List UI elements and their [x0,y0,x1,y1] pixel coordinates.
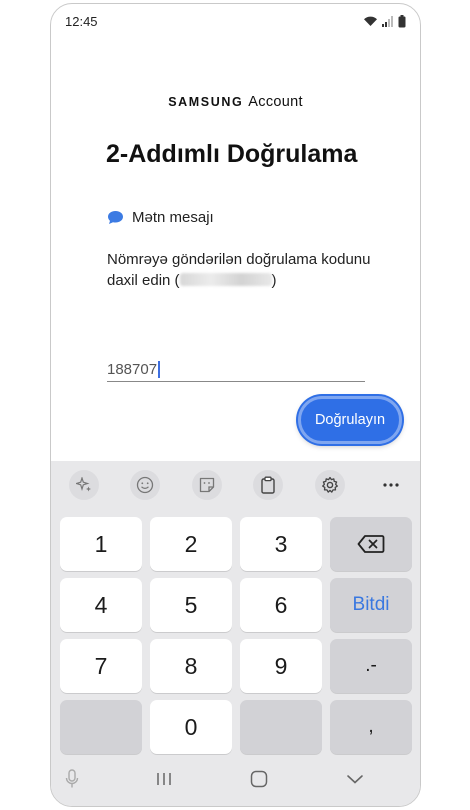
method-label: Mətn mesajı [132,209,214,226]
recent-apps-icon[interactable] [156,771,172,787]
emoji-icon[interactable] [130,470,161,500]
home-icon[interactable] [250,770,268,788]
masked-phone-number [179,273,272,286]
backspace-key[interactable] [330,517,412,571]
text-caret [158,361,160,378]
message-bubble-icon [108,211,123,224]
samsung-account-logo: SAMSUNG Account [51,94,420,110]
hide-keyboard-chevron-icon[interactable] [346,773,364,785]
key-8[interactable]: 8 [150,639,232,693]
brand-account: Account [248,94,303,110]
dot-dash-key[interactable]: .- [330,639,412,693]
status-icons [363,14,406,28]
backspace-icon [357,535,385,553]
blank-key[interactable] [60,700,142,754]
navigation-bar [51,756,420,806]
more-options-icon[interactable] [376,470,406,500]
verify-button[interactable]: Doğrulayın [298,396,402,444]
numeric-keyboard: 1 2 3 4 5 6 Bitdi 7 8 9 .- 0, [51,461,420,806]
key-2[interactable]: 2 [150,517,232,571]
sticker-icon[interactable] [191,470,222,500]
key-0[interactable]: 0 [150,700,232,754]
keypad-grid: 1 2 3 4 5 6 Bitdi 7 8 9 .- 0, [60,517,412,754]
battery-icon [398,14,406,27]
microphone-icon[interactable] [65,769,79,789]
comma-key[interactable]: , [330,700,412,754]
key-4[interactable]: 4 [60,578,142,632]
ai-sparkle-icon[interactable] [69,470,99,500]
key-1[interactable]: 1 [60,517,142,571]
blank-key[interactable] [240,700,322,754]
done-key[interactable]: Bitdi [330,578,412,632]
code-value: 188707 [107,361,158,378]
key-9[interactable]: 9 [240,639,322,693]
wifi-icon [364,16,377,26]
method-row: Mətn mesajı [107,209,214,226]
nav-buttons [156,770,364,788]
key-7[interactable]: 7 [60,639,142,693]
page-title: 2-Addımlı Doğrulama [106,140,358,168]
key-3[interactable]: 3 [240,517,322,571]
phone-frame: 12:45 SAMSUNG Account 2-Addımlı Doğrulama… [50,3,421,807]
status-bar: 12:45 [51,4,420,38]
key-5[interactable]: 5 [150,578,232,632]
settings-gear-icon[interactable] [314,470,345,500]
key-6[interactable]: 6 [240,578,322,632]
signal-icon [382,15,393,27]
instruction-text: Nömrəyə göndərilən doğrulama kodunu daxi… [107,249,377,291]
instruction-suffix: ) [271,272,277,289]
brand-samsung: SAMSUNG [168,95,244,109]
keyboard-toolbar [51,461,420,509]
clipboard-icon[interactable] [253,470,284,500]
verification-code-input[interactable]: 188707 [107,354,365,382]
status-time: 12:45 [65,13,98,29]
